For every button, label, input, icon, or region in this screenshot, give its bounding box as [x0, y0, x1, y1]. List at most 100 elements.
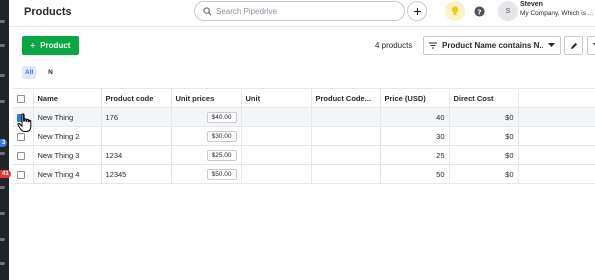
plus-icon: [413, 7, 421, 15]
cell-price[interactable]: 30: [380, 126, 450, 146]
add-product-button[interactable]: + Product: [22, 36, 79, 55]
cell-unit[interactable]: [241, 107, 312, 127]
chevron-down-icon: [548, 43, 555, 47]
help-icon: ?: [473, 5, 485, 17]
table-row[interactable]: New Thing 176 $40.00 40 $0: [13, 107, 595, 127]
unit-price-pill: $50.00: [206, 168, 237, 180]
cell-code[interactable]: 1234: [101, 145, 172, 165]
table-header-row: Name Product code Unit prices Unit Produ…: [13, 88, 595, 108]
cell-empty: [518, 145, 595, 165]
column-header-product-code-2[interactable]: Product Code...: [311, 88, 381, 108]
cell-name[interactable]: New Thing 3: [33, 145, 102, 165]
row-select-cell[interactable]: [13, 145, 34, 165]
notification-badge: 41: [0, 170, 11, 178]
table-row[interactable]: New Thing 2 $30.00 30 $0: [13, 126, 595, 146]
column-header-product-code[interactable]: Product code: [101, 88, 172, 108]
column-header-unit-prices[interactable]: Unit prices: [171, 88, 242, 108]
nav-icon[interactable]: [0, 238, 5, 241]
letter-filter-n[interactable]: N: [44, 66, 57, 79]
more-options-button[interactable]: [587, 36, 595, 55]
column-header-empty: [518, 88, 595, 108]
row-checkbox[interactable]: [17, 151, 25, 160]
cell-empty: [518, 126, 595, 146]
cell-unit[interactable]: [241, 164, 312, 184]
nav-icon[interactable]: [0, 262, 5, 265]
cell-unit[interactable]: [241, 145, 312, 165]
letter-filter-all[interactable]: All: [22, 66, 37, 79]
add-product-label: Product: [40, 41, 71, 50]
nav-icon[interactable]: [0, 100, 5, 103]
sales-assistant-button[interactable]: [445, 1, 465, 21]
nav-icon[interactable]: [0, 74, 5, 77]
unit-price-pill: $25.00: [206, 149, 237, 161]
cell-name[interactable]: New Thing 2: [33, 126, 102, 146]
product-count: 4 products: [375, 41, 413, 50]
user-name[interactable]: Steven: [520, 1, 543, 8]
svg-text:?: ?: [477, 7, 481, 16]
nav-icon[interactable]: [0, 44, 5, 47]
row-checkbox[interactable]: [17, 132, 25, 141]
cell-name[interactable]: New Thing: [33, 107, 102, 127]
cell-product-code-2[interactable]: [311, 126, 381, 146]
column-header-price-usd[interactable]: Price (USD): [380, 88, 450, 108]
filter-label: Product Name contains N...: [442, 41, 543, 50]
row-select-cell[interactable]: [13, 126, 34, 146]
row-checkbox[interactable]: [17, 113, 25, 122]
user-company[interactable]: My Company, Which is ...: [520, 10, 593, 17]
cell-code[interactable]: [101, 126, 172, 146]
products-table: Name Product code Unit prices Unit Produ…: [13, 88, 595, 184]
page-title: Products: [24, 6, 72, 18]
search-icon: [203, 6, 212, 16]
table-row[interactable]: New Thing 3 1234 $25.00 25 $0: [13, 145, 595, 165]
quick-add-button[interactable]: [407, 1, 427, 21]
top-bar: Products ? S Steven My Company, Which is…: [9, 0, 595, 27]
nav-icon[interactable]: [0, 186, 5, 189]
search-input[interactable]: [216, 6, 386, 16]
unit-price-pill: $40.00: [206, 111, 237, 123]
cell-unit-price[interactable]: $25.00: [171, 145, 242, 165]
help-button[interactable]: ?: [469, 1, 489, 21]
column-header-unit[interactable]: Unit: [241, 88, 312, 108]
filter-dropdown[interactable]: Product Name contains N...: [423, 36, 561, 55]
cell-direct-cost[interactable]: $0: [449, 107, 519, 127]
select-all-checkbox[interactable]: [17, 94, 25, 103]
cell-code[interactable]: 176: [101, 107, 172, 127]
lightbulb-icon: [451, 6, 459, 15]
row-checkbox[interactable]: [17, 170, 25, 179]
column-header-direct-cost[interactable]: Direct Cost: [449, 88, 519, 108]
cell-direct-cost[interactable]: $0: [449, 126, 519, 146]
nav-icon[interactable]: [0, 152, 5, 155]
cell-unit-price[interactable]: $30.00: [171, 126, 242, 146]
cell-product-code-2[interactable]: [311, 107, 381, 127]
table-row[interactable]: New Thing 4 12345 $50.00 50 $0: [13, 164, 595, 184]
select-all-cell[interactable]: [13, 88, 34, 108]
search-box[interactable]: [194, 1, 405, 21]
cell-direct-cost[interactable]: $0: [449, 145, 519, 165]
pencil-icon: [570, 42, 577, 49]
filter-icon: [429, 42, 437, 49]
nav-icon[interactable]: [0, 212, 5, 215]
plus-icon: +: [30, 41, 36, 50]
cell-unit-price[interactable]: $50.00: [171, 164, 242, 184]
notification-badge: 3: [0, 139, 8, 147]
unit-price-pill: $30.00: [206, 130, 237, 142]
cell-code[interactable]: 12345: [101, 164, 172, 184]
cell-direct-cost[interactable]: $0: [449, 164, 519, 184]
left-nav-rail: 3 41: [0, 0, 11, 280]
cell-product-code-2[interactable]: [311, 145, 381, 165]
cell-price[interactable]: 40: [380, 107, 450, 127]
edit-filter-button[interactable]: [564, 36, 583, 55]
nav-icon[interactable]: [0, 20, 5, 23]
cell-product-code-2[interactable]: [311, 164, 381, 184]
row-select-cell[interactable]: [13, 107, 34, 127]
avatar[interactable]: S: [498, 1, 518, 21]
cell-unit-price[interactable]: $40.00: [171, 107, 242, 127]
column-header-name[interactable]: Name: [33, 88, 102, 108]
cell-price[interactable]: 25: [380, 145, 450, 165]
cell-empty: [518, 164, 595, 184]
row-select-cell[interactable]: [13, 164, 34, 184]
cell-price[interactable]: 50: [380, 164, 450, 184]
cell-unit[interactable]: [241, 126, 312, 146]
cell-empty: [518, 107, 595, 127]
cell-name[interactable]: New Thing 4: [33, 164, 102, 184]
